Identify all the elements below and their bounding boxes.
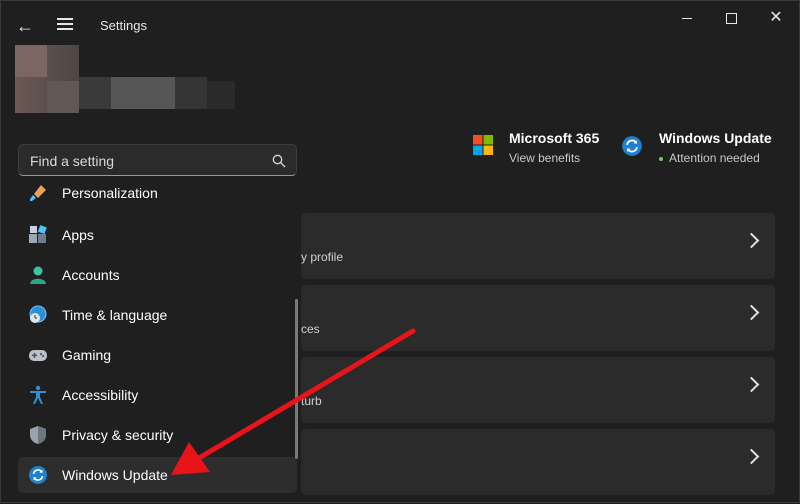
card-description: turb xyxy=(301,394,322,408)
search-input[interactable]: Find a setting xyxy=(18,144,297,176)
shield-icon xyxy=(30,426,46,444)
settings-card[interactable]: turb xyxy=(301,357,775,423)
update-icon xyxy=(622,136,642,156)
sidebar-item-label: Accessibility xyxy=(62,387,139,403)
settings-card[interactable]: ces xyxy=(301,285,775,351)
settings-window: ← Settings ✕ Find a setting Personalizat… xyxy=(0,0,800,503)
chevron-right-icon xyxy=(743,232,760,249)
microsoft-365-tile[interactable]: Microsoft 365 View benefits xyxy=(471,127,621,171)
accessibility-icon xyxy=(30,385,46,404)
update-icon xyxy=(29,466,47,484)
minimize-button[interactable] xyxy=(664,7,710,29)
chevron-right-icon xyxy=(743,304,760,321)
sidebar-scrollbar[interactable] xyxy=(295,299,298,459)
windows-update-status: Attention needed xyxy=(659,151,760,165)
sidebar-item-label: Gaming xyxy=(62,347,112,363)
apps-icon xyxy=(29,225,47,243)
brush-icon xyxy=(30,185,46,201)
sidebar-item-label: Privacy & security xyxy=(62,427,174,443)
chevron-right-icon xyxy=(743,376,760,393)
sidebar-item-label: Time & language xyxy=(62,307,168,323)
status-dot-icon xyxy=(659,156,663,161)
sidebar-item-accessibility[interactable]: Accessibility xyxy=(18,377,297,413)
app-title: Settings xyxy=(100,18,147,33)
search-icon[interactable] xyxy=(272,154,286,168)
settings-card[interactable] xyxy=(301,429,775,495)
globe-clock-icon xyxy=(29,305,47,323)
sidebar-item-time-language[interactable]: Time & language xyxy=(18,297,297,333)
close-button[interactable]: ✕ xyxy=(753,7,799,29)
search-placeholder: Find a setting xyxy=(30,153,115,169)
chevron-right-icon xyxy=(743,448,760,465)
hamburger-menu-icon[interactable] xyxy=(53,15,77,37)
sidebar-item-personalization[interactable]: Personalization xyxy=(18,181,297,211)
card-description: y profile xyxy=(301,250,344,264)
microsoft-365-title: Microsoft 365 xyxy=(509,130,600,146)
sidebar-item-label: Windows Update xyxy=(62,467,168,483)
sidebar-item-windows-update[interactable]: Windows Update xyxy=(18,457,297,493)
sidebar-item-label: Personalization xyxy=(62,185,158,201)
maximize-button[interactable] xyxy=(708,7,754,29)
sidebar-item-gaming[interactable]: Gaming xyxy=(18,337,297,373)
person-icon xyxy=(30,266,46,284)
windows-update-subtitle: Attention needed xyxy=(669,151,760,165)
sidebar-item-label: Apps xyxy=(62,227,94,243)
gamepad-icon xyxy=(29,350,47,361)
microsoft-logo-icon xyxy=(473,135,493,155)
microsoft-365-subtitle: View benefits xyxy=(509,151,581,165)
sidebar-item-label: Accounts xyxy=(62,267,120,283)
windows-update-title: Windows Update xyxy=(659,130,772,146)
back-arrow-icon[interactable]: ← xyxy=(13,15,37,37)
windows-update-tile[interactable]: Windows Update Attention needed xyxy=(621,127,791,171)
sidebar-item-privacy-security[interactable]: Privacy & security xyxy=(18,417,297,453)
title-bar: ← Settings ✕ xyxy=(1,1,800,51)
settings-card[interactable]: y profile xyxy=(301,213,775,279)
card-description: ces xyxy=(301,322,320,336)
sidebar-nav: Personalization Apps Accounts Time & lan… xyxy=(18,181,298,504)
blurred-user-profile[interactable] xyxy=(15,45,245,117)
sidebar-item-accounts[interactable]: Accounts xyxy=(18,257,297,293)
sidebar-item-apps[interactable]: Apps xyxy=(18,217,297,253)
